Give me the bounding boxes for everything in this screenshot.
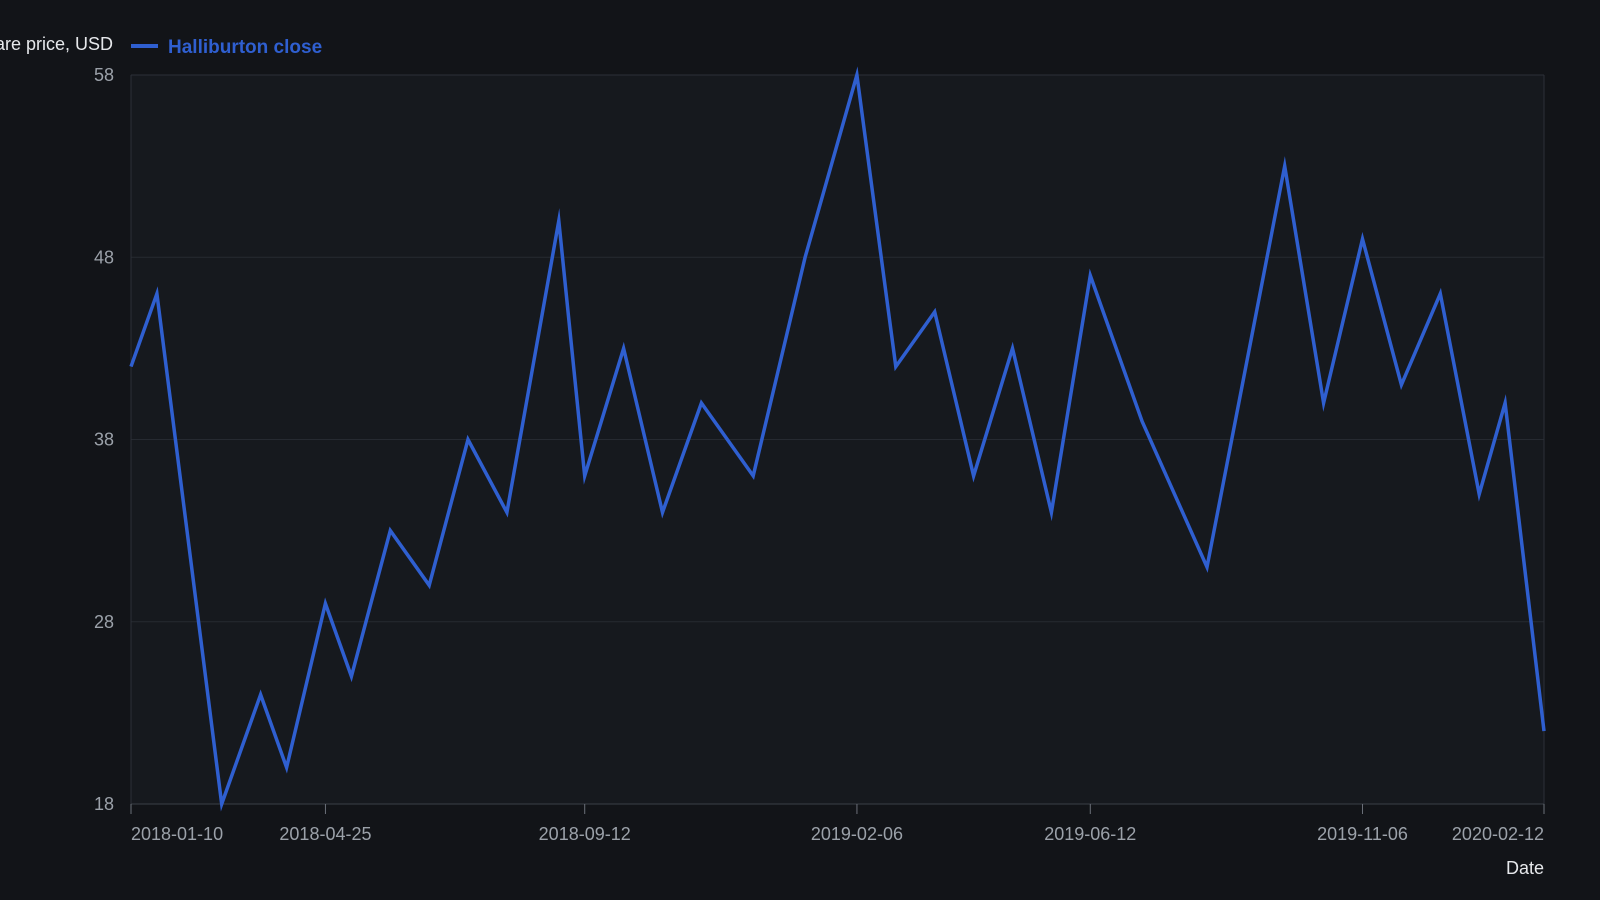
x-tick-label-2018-04-25: 2018-04-25 xyxy=(279,824,371,844)
y-tick-label-58: 58 xyxy=(94,65,114,85)
x-tick-label-2018-09-12: 2018-09-12 xyxy=(539,824,631,844)
y-tick-label-38: 38 xyxy=(94,430,114,450)
x-tick-label-2020-02-12: 2020-02-12 xyxy=(1452,824,1544,844)
y-axis-title: Share price, USD xyxy=(0,34,113,54)
x-axis-title: Date xyxy=(1506,858,1544,878)
x-tick-label-2018-01-10: 2018-01-10 xyxy=(131,824,223,844)
x-tick-label-2019-02-06: 2019-02-06 xyxy=(811,824,903,844)
y-tick-label-18: 18 xyxy=(94,794,114,814)
y-tick-label-48: 48 xyxy=(94,247,114,267)
legend-label-halliburton-close: Halliburton close xyxy=(168,37,322,58)
x-tick-label-2019-11-06: 2019-11-06 xyxy=(1317,824,1408,844)
y-tick-label-28: 28 xyxy=(94,612,114,632)
line-chart: 58 48 38 28 18 2018-01-10 2018-04-25 2018-09-1… xyxy=(0,0,1600,900)
x-tick-label-2019-06-12: 2019-06-12 xyxy=(1044,824,1136,844)
